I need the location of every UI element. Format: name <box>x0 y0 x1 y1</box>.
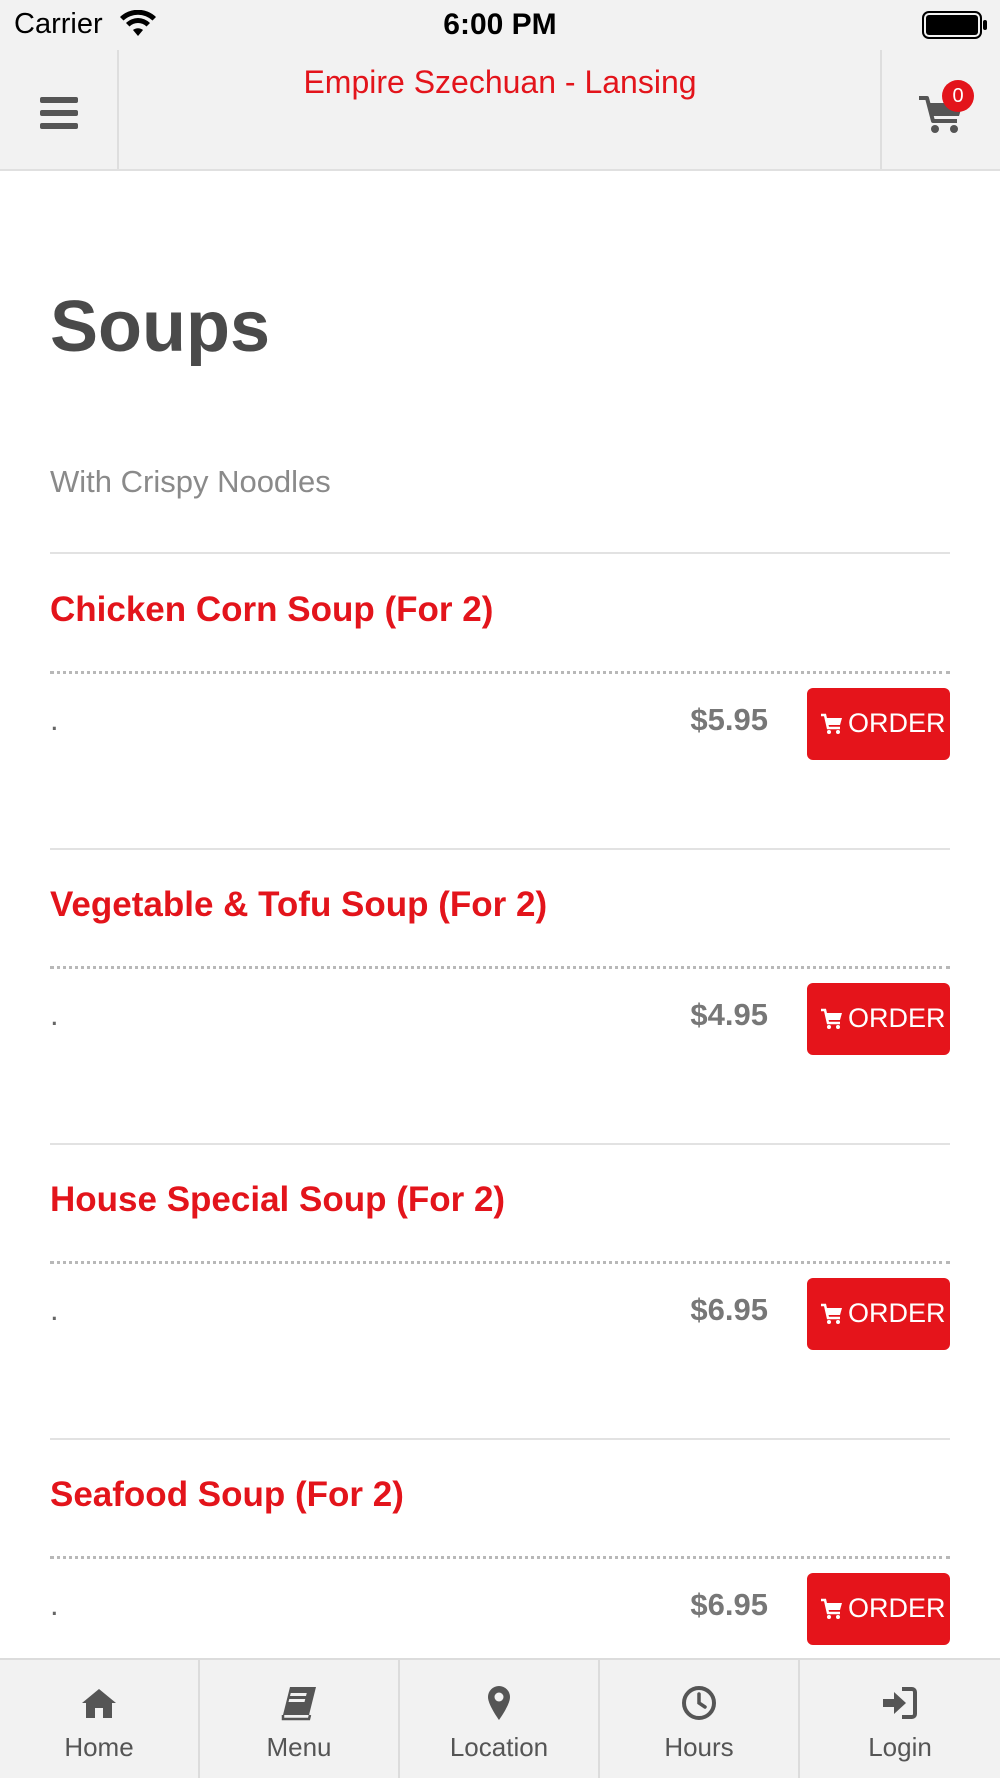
bottom-tab-bar: Home Menu Location Hours Login <box>0 1658 1000 1778</box>
tab-menu[interactable]: Menu <box>200 1660 400 1778</box>
menu-item: House Special Soup (For 2) . $6.95 ORDER <box>50 1144 950 1440</box>
tab-label: Login <box>868 1732 932 1762</box>
order-label: ORDER <box>848 1298 946 1328</box>
item-description: . <box>50 1587 59 1622</box>
battery-icon <box>922 11 987 39</box>
category-description: With Crispy Noodles <box>50 464 331 499</box>
sign-in-icon <box>883 1687 917 1719</box>
cart-icon <box>821 713 842 734</box>
tab-hours[interactable]: Hours <box>600 1660 800 1778</box>
item-price: $6.95 <box>690 1587 768 1622</box>
item-name[interactable]: Seafood Soup (For 2) <box>50 1475 404 1515</box>
item-name[interactable]: House Special Soup (For 2) <box>50 1180 505 1220</box>
dotted-leader <box>50 1261 950 1264</box>
order-button[interactable]: ORDER <box>807 688 950 760</box>
app-header: Empire Szechuan - Lansing 0 <box>0 50 1000 171</box>
status-time: 6:00 PM <box>443 8 557 41</box>
map-pin-icon <box>488 1686 510 1720</box>
item-price: $4.95 <box>690 997 768 1032</box>
cart-count-badge: 0 <box>942 80 974 112</box>
restaurant-title: Empire Szechuan - Lansing <box>303 64 697 100</box>
dotted-leader <box>50 966 950 969</box>
dotted-leader <box>50 1556 950 1559</box>
tab-label: Menu <box>266 1732 332 1762</box>
item-description: . <box>50 1292 59 1327</box>
item-price: $6.95 <box>690 1292 768 1327</box>
tab-label: Location <box>449 1732 549 1762</box>
tab-home[interactable]: Home <box>0 1660 200 1778</box>
book-icon <box>281 1687 316 1721</box>
hamburger-icon <box>40 97 78 129</box>
tab-label: Hours <box>664 1732 734 1762</box>
category-title: Soups <box>50 287 271 367</box>
clock-icon <box>682 1686 716 1720</box>
order-label: ORDER <box>848 1593 946 1623</box>
item-description: . <box>50 702 59 737</box>
tab-label: Home <box>64 1732 134 1762</box>
app-screen: Carrier 6:00 PM Empire Szechuan - Lansin… <box>0 0 1000 1778</box>
menu-item: Vegetable & Tofu Soup (For 2) . $4.95 OR… <box>50 849 950 1145</box>
item-name[interactable]: Chicken Corn Soup (For 2) <box>50 590 493 630</box>
item-description: . <box>50 997 59 1032</box>
hamburger-menu-button[interactable] <box>0 50 119 169</box>
cart-icon <box>821 1008 842 1029</box>
order-button[interactable]: ORDER <box>807 983 950 1055</box>
tab-login[interactable]: Login <box>800 1660 1000 1778</box>
cart-button[interactable]: 0 <box>880 50 1000 169</box>
order-button[interactable]: ORDER <box>807 1573 950 1645</box>
item-name[interactable]: Vegetable & Tofu Soup (For 2) <box>50 885 547 925</box>
dotted-leader <box>50 671 950 674</box>
tab-location[interactable]: Location <box>400 1660 600 1778</box>
home-icon <box>82 1689 116 1718</box>
order-label: ORDER <box>848 708 946 738</box>
cart-icon <box>821 1598 842 1619</box>
order-button[interactable]: ORDER <box>807 1278 950 1350</box>
status-bar: Carrier 6:00 PM <box>0 0 1000 50</box>
item-price: $5.95 <box>690 702 768 737</box>
cart-icon <box>821 1303 842 1324</box>
menu-item: Chicken Corn Soup (For 2) . $5.95 ORDER <box>50 554 950 850</box>
order-label: ORDER <box>848 1003 946 1033</box>
